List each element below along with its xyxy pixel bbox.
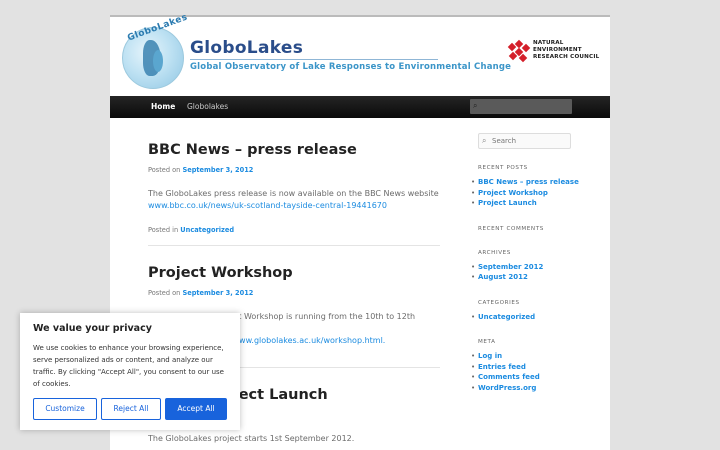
post-body: The GloboLakes project starts 1st Septem… [148,434,355,443]
post-divider [148,245,440,246]
post-meta: Posted on September 3, 2012 [148,166,254,174]
accept-all-button[interactable]: Accept All [165,398,227,420]
recent-posts-list: BBC News – press release Project Worksho… [471,177,588,209]
post-title[interactable]: BBC News – press release [148,142,440,158]
nerc-mark-icon [507,39,531,63]
sidebar: ⌕ RECENT POSTS BBC News – press release … [471,133,588,410]
search-icon: ⌕ [473,101,478,110]
search-icon: ⌕ [482,136,487,145]
logo-lake-shape [153,50,163,72]
recent-post-link[interactable]: BBC News – press release [471,177,588,188]
customize-button[interactable]: Customize [33,398,97,420]
meta-list: Log in Entries feed Comments feed WordPr… [471,351,588,394]
meta-link[interactable]: Comments feed [471,372,588,383]
category-link[interactable]: Uncategorized [471,312,588,323]
widget-title: CATEGORIES [478,299,520,306]
nerc-logo[interactable]: NATURAL ENVIRONMENT RESEARCH COUNCIL [507,39,600,63]
sidebar-search[interactable]: ⌕ [478,133,571,149]
cookie-title: We value your privacy [33,323,152,334]
cookie-consent-banner: We value your privacy We use cookies to … [20,313,240,430]
post-meta: Posted on September 3, 2012 [148,289,254,297]
title-divider [190,59,438,60]
site-description: Global Observatory of Lake Responses to … [190,62,512,72]
meta-link[interactable]: Log in [471,351,588,362]
widget-title: META [478,339,496,345]
main-nav: Home Globolakes ⌕ [110,96,610,118]
post-title[interactable]: Project Workshop [148,265,440,281]
archive-link[interactable]: August 2012 [471,272,588,283]
archives-list: September 2012 August 2012 [471,262,588,283]
site-header: GloboLakes GloboLakes Global Observatory… [110,12,610,96]
cookie-text: We use cookies to enhance your browsing … [33,344,224,388]
bbc-link[interactable]: www.bbc.co.uk/news/uk-scotland-tayside-c… [148,200,440,212]
widget-title: ARCHIVES [478,249,511,256]
post-category: Posted in Uncategorized [148,226,235,234]
post-date-link[interactable]: September 3, 2012 [182,166,253,174]
recent-post-link[interactable]: Project Launch [471,198,588,209]
post-date-link[interactable]: September 3, 2012 [182,289,253,297]
post-body: The GloboLakes press release is now avai… [148,189,440,212]
post-item: BBC News – press release Posted on Septe… [148,142,440,234]
nerc-text: NATURAL ENVIRONMENT RESEARCH COUNCIL [533,40,600,60]
site-title[interactable]: GloboLakes [190,38,303,58]
cookie-buttons: Customize Reject All Accept All [33,398,227,420]
nav-search-input[interactable]: ⌕ [470,99,572,114]
search-input[interactable] [492,136,568,146]
categories-list: Uncategorized [471,312,588,323]
meta-link[interactable]: WordPress.org [471,383,588,394]
meta-link[interactable]: Entries feed [471,362,588,373]
nav-globolakes[interactable]: Globolakes [178,96,237,118]
widget-title: RECENT POSTS [478,165,528,171]
archive-link[interactable]: September 2012 [471,262,588,273]
category-link[interactable]: Uncategorized [180,226,234,234]
recent-post-link[interactable]: Project Workshop [471,188,588,199]
reject-all-button[interactable]: Reject All [101,398,161,420]
widget-title: RECENT COMMENTS [478,225,544,232]
